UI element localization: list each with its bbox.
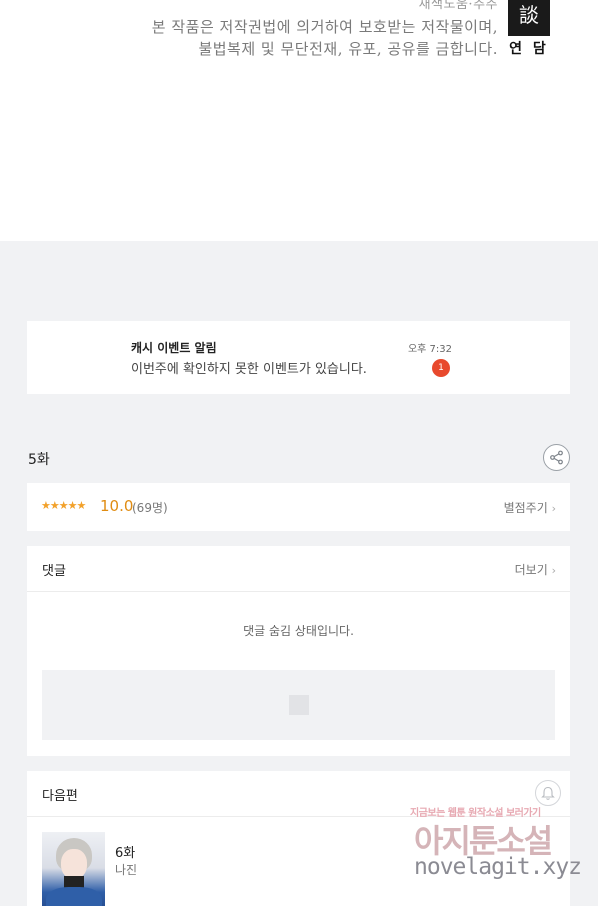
publisher-logo-mark: 談 [508, 0, 550, 36]
comments-header: 댓글 더보기 › [27, 546, 570, 592]
comments-section: 댓글 더보기 › 댓글 숨김 상태입니다. [27, 546, 570, 756]
notify-button[interactable] [535, 780, 561, 806]
bell-icon [541, 786, 555, 800]
site-watermark: 지금보는 웹툰 원작소설 보러가기 아지툰소설 novelagit.xyz [410, 804, 582, 894]
color-assist-credit: 채색도움·추추 [418, 0, 498, 12]
rate-button[interactable]: 별점주기 › [504, 499, 556, 516]
comment-placeholder-box [42, 670, 555, 740]
notification-message: 이번주에 확인하지 못한 이벤트가 있습니다. [131, 362, 367, 377]
comments-title: 댓글 [42, 564, 66, 579]
next-episode-thumbnail[interactable] [42, 832, 105, 906]
thumbnail-face [61, 849, 87, 879]
rate-button-label: 별점주기 [503, 501, 548, 515]
copyright-section: 채색도움·추추 본 작품은 저작권법에 의거하여 보호받는 저작물이며, 불법복… [0, 0, 598, 241]
notification-title: 캐시 이벤트 알림 [131, 341, 217, 355]
episode-title: 5화 [28, 452, 50, 468]
rating-score: 10.0 [100, 497, 134, 515]
publisher-name: 연 담 [509, 41, 549, 57]
next-episode-author: 나진 [115, 863, 138, 877]
next-episode-title: 다음편 [42, 789, 78, 804]
chevron-right-icon: › [551, 502, 556, 515]
rating-count: (69명) [132, 501, 168, 515]
next-episode-name[interactable]: 6화 [115, 842, 135, 861]
publisher-logo: 談 연 담 [508, 0, 550, 58]
cash-event-notification[interactable]: 캐시 이벤트 알림 이번주에 확인하지 못한 이벤트가 있습니다. 오후 7:3… [27, 321, 570, 394]
copyright-line-1: 본 작품은 저작권법에 의거하여 보호받는 저작물이며, [151, 18, 498, 36]
rating-stars: ★★★★★ [41, 499, 86, 512]
notification-time: 오후 7:32 [407, 344, 452, 355]
chevron-right-icon: › [551, 564, 556, 577]
copyright-notice: 채색도움·추추 본 작품은 저작권법에 의거하여 보호받는 저작물이며, 불법복… [152, 0, 498, 60]
copyright-line-2: 불법복제 및 무단전재, 유포, 공유를 금합니다. [198, 40, 498, 58]
thumbnail-coat [46, 887, 102, 906]
comments-more-button[interactable]: 더보기 › [515, 561, 556, 578]
watermark-url: novelagit.xyz [414, 854, 582, 880]
placeholder-icon [288, 695, 309, 715]
share-button[interactable] [543, 444, 570, 471]
notification-badge: 1 [432, 359, 450, 377]
share-icon [550, 450, 563, 465]
comments-more-label: 더보기 [514, 563, 548, 577]
rating-card: ★★★★★ 10.0 (69명) 별점주기 › [27, 483, 570, 531]
comments-hidden-message: 댓글 숨김 상태입니다. [243, 624, 354, 638]
